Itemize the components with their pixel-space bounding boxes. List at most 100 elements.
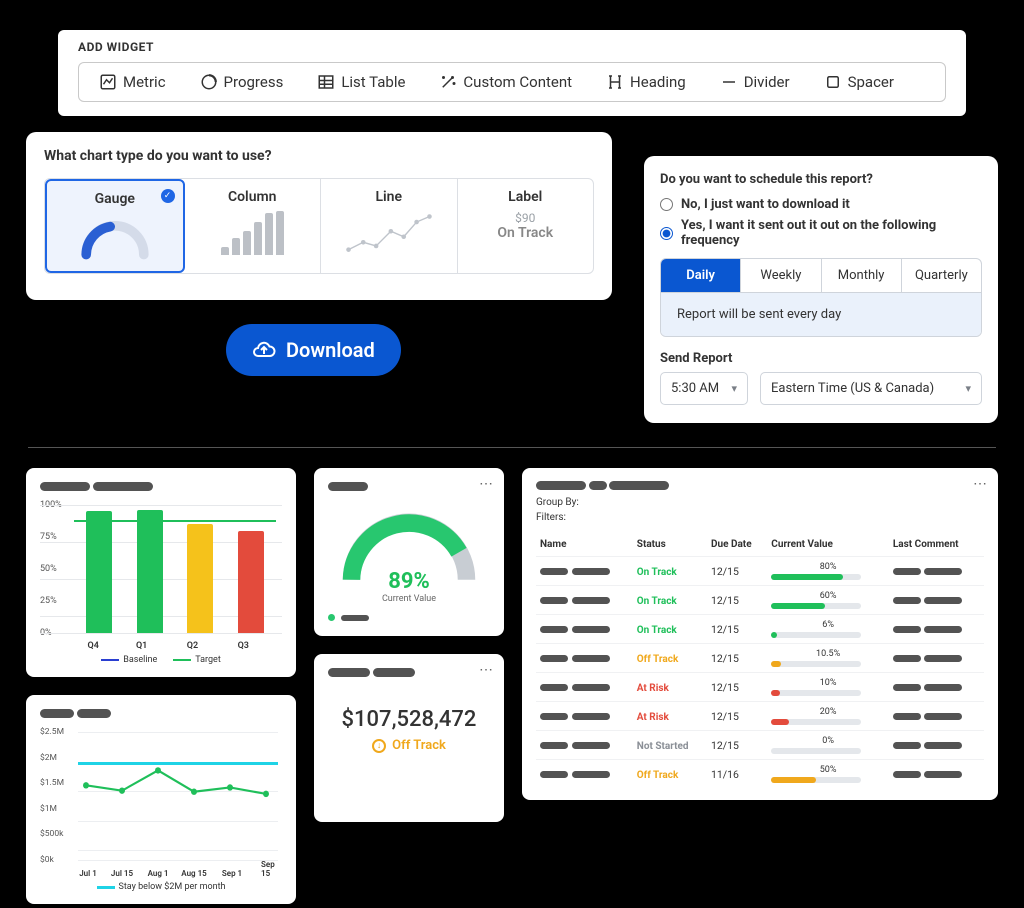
heading-icon xyxy=(606,73,624,91)
due-date: 12/15 xyxy=(707,731,767,760)
due-date: 12/15 xyxy=(707,673,767,702)
line-chart: $0k $500k $1M $1.5M $2M $2.5M Jul 1 Jul … xyxy=(40,732,282,880)
status-badge: On Track xyxy=(637,567,677,578)
widget-spacer-button[interactable]: Spacer xyxy=(810,67,908,97)
widget-buttons-row: Metric Progress List Table Custom Conten… xyxy=(78,62,946,102)
table-row[interactable]: Off Track11/1650% xyxy=(536,760,984,789)
progress-bar xyxy=(771,661,861,667)
frequency-tabs: Daily Weekly Monthly Quarterly xyxy=(661,259,981,292)
alert-icon: ↓ xyxy=(372,739,386,753)
metric-widget[interactable]: ⋯ $107,528,472 ↓ Off Track xyxy=(314,654,504,822)
widget-menu-icon[interactable]: ⋯ xyxy=(479,476,494,492)
add-widget-toolbar: ADD WIDGET Metric Progress List Table Cu… xyxy=(58,30,966,116)
table-row[interactable]: At Risk12/1520% xyxy=(536,702,984,731)
radio-no[interactable] xyxy=(660,198,673,211)
send-time-select[interactable]: 5:30 AM ▾ xyxy=(660,372,748,405)
progress-bar xyxy=(771,777,861,783)
metric-value: $107,528,472 xyxy=(328,707,490,732)
download-button[interactable]: Download xyxy=(226,324,401,376)
widget-custom-button[interactable]: Custom Content xyxy=(425,67,586,97)
progress-bar xyxy=(771,574,861,580)
frequency-message: Report will be sent every day xyxy=(661,292,981,336)
due-date: 12/15 xyxy=(707,557,767,586)
status-badge: Not Started xyxy=(637,741,689,752)
widget-progress-button[interactable]: Progress xyxy=(186,67,298,97)
table-row[interactable]: On Track12/156% xyxy=(536,615,984,644)
column-chart-legend: Baseline Target xyxy=(40,655,282,665)
schedule-option-no[interactable]: No, I just want to download it xyxy=(660,197,982,212)
metric-status: ↓ Off Track xyxy=(328,738,490,753)
chart-type-row: ✓ Gauge Column Line xyxy=(44,178,594,274)
line-chart-widget[interactable]: $0k $500k $1M $1.5M $2M $2.5M Jul 1 Jul … xyxy=(26,695,296,904)
chevron-down-icon: ▾ xyxy=(965,382,971,395)
send-report-label: Send Report xyxy=(660,351,982,366)
frequency-tab-monthly[interactable]: Monthly xyxy=(822,259,902,292)
schedule-title: Do you want to schedule this report? xyxy=(660,172,982,187)
table-row[interactable]: On Track12/1560% xyxy=(536,586,984,615)
due-date: 11/16 xyxy=(707,760,767,789)
table-row[interactable]: On Track12/1580% xyxy=(536,557,984,586)
widget-menu-icon[interactable]: ⋯ xyxy=(973,476,988,492)
column-chart-widget[interactable]: 0% 25% 50% 75% 100% Q4 Q1 Q2 Q3 Ba xyxy=(26,468,296,677)
gauge-preview-icon xyxy=(75,213,155,261)
frequency-tab-daily[interactable]: Daily xyxy=(661,259,741,292)
widget-heading-button[interactable]: Heading xyxy=(592,67,700,97)
widget-listtable-button[interactable]: List Table xyxy=(303,67,419,97)
chart-type-gauge[interactable]: ✓ Gauge xyxy=(45,179,185,273)
progress-icon xyxy=(200,73,218,91)
data-table: Name Status Due Date Current Value Last … xyxy=(536,533,984,788)
progress-bar xyxy=(771,719,861,725)
frequency-box: Daily Weekly Monthly Quarterly Report wi… xyxy=(660,258,982,337)
due-date: 12/15 xyxy=(707,702,767,731)
column-chart: 0% 25% 50% 75% 100% Q4 Q1 Q2 Q3 xyxy=(40,505,282,653)
table-row[interactable]: At Risk12/1510% xyxy=(536,673,984,702)
cloud-download-icon xyxy=(252,338,276,362)
chart-type-column[interactable]: Column xyxy=(185,179,322,273)
status-badge: On Track xyxy=(637,596,677,607)
widget-menu-icon[interactable]: ⋯ xyxy=(479,662,494,678)
chart-type-picker: What chart type do you want to use? ✓ Ga… xyxy=(26,132,612,300)
due-date: 12/15 xyxy=(707,586,767,615)
divider-icon xyxy=(720,73,738,91)
frequency-tab-weekly[interactable]: Weekly xyxy=(741,259,821,292)
groupby-label: Group By: xyxy=(536,497,984,508)
send-timezone-select[interactable]: Eastern Time (US & Canada) ▾ xyxy=(760,372,982,405)
table-row[interactable]: Off Track12/1510.5% xyxy=(536,644,984,673)
progress-bar xyxy=(771,690,861,696)
status-badge: Off Track xyxy=(637,770,679,781)
frequency-tab-quarterly[interactable]: Quarterly xyxy=(902,259,981,292)
chart-type-line[interactable]: Line xyxy=(321,179,458,273)
selected-check-icon: ✓ xyxy=(161,189,175,203)
table-icon xyxy=(317,73,335,91)
gauge-widget[interactable]: ⋯ 89% Current Value xyxy=(314,468,504,636)
table-widget[interactable]: ⋯ Group By: Filters: Name Status Due Dat… xyxy=(522,468,998,800)
progress-bar xyxy=(771,748,861,754)
gauge-subtitle: Current Value xyxy=(328,594,490,604)
chart-type-label[interactable]: Label $90 On Track xyxy=(458,179,594,273)
status-badge: At Risk xyxy=(637,712,669,723)
due-date: 12/15 xyxy=(707,644,767,673)
status-badge: Off Track xyxy=(637,654,679,665)
filters-label: Filters: xyxy=(536,512,984,523)
progress-bar xyxy=(771,603,861,609)
chart-picker-title: What chart type do you want to use? xyxy=(44,148,594,164)
schedule-panel: Do you want to schedule this report? No,… xyxy=(644,156,998,423)
column-preview-icon xyxy=(191,211,315,255)
progress-bar xyxy=(771,632,861,638)
chevron-down-icon: ▾ xyxy=(731,382,737,395)
metric-icon xyxy=(99,73,117,91)
add-widget-title: ADD WIDGET xyxy=(78,40,946,54)
label-preview: $90 On Track xyxy=(464,211,588,241)
table-row[interactable]: Not Started12/150% xyxy=(536,731,984,760)
widget-metric-button[interactable]: Metric xyxy=(85,67,180,97)
status-badge: On Track xyxy=(637,625,677,636)
widget-divider-button[interactable]: Divider xyxy=(706,67,804,97)
status-badge: At Risk xyxy=(637,683,669,694)
schedule-option-yes[interactable]: Yes, I want it sent out it out on the fo… xyxy=(660,218,982,248)
wand-icon xyxy=(439,73,457,91)
section-divider xyxy=(28,447,996,448)
gauge-legend xyxy=(328,614,490,621)
spacer-icon xyxy=(824,73,842,91)
radio-yes[interactable] xyxy=(660,227,673,240)
line-chart-legend: Stay below $2M per month xyxy=(40,882,282,892)
